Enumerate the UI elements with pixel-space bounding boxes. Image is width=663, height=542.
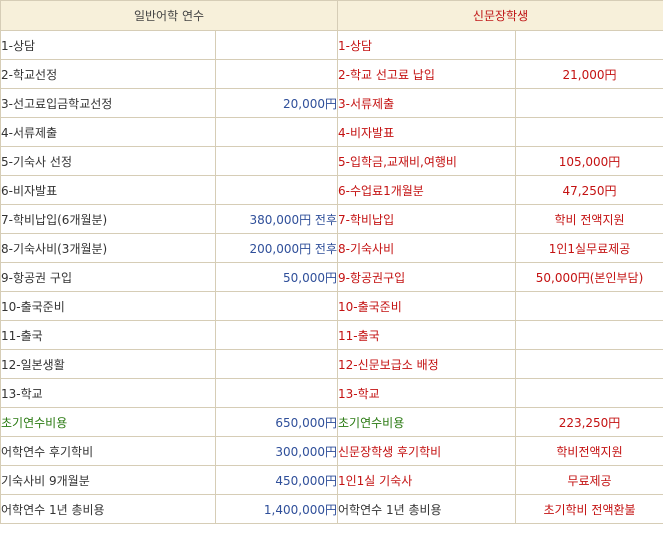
left-step-label: 9-항공권 구입 <box>0 262 216 292</box>
right-amount <box>514 291 663 321</box>
right-amount: 1인1실무료제공 <box>514 233 663 263</box>
left-amount <box>215 291 338 321</box>
table-row: 8-기숙사비(3개월분) 200,000円 전후 8-기숙사비 1인1실무료제공 <box>0 233 663 263</box>
table-row: 3-선고료입금학교선정 20,000円 3-서류제출 <box>0 88 663 118</box>
left-amount <box>215 59 338 89</box>
left-amount: 200,000円 전후 <box>215 233 338 263</box>
table-row: 4-서류제출 4-비자발표 <box>0 117 663 147</box>
right-total-amount: 초기학비 전액환불 <box>514 494 663 524</box>
table-row: 13-학교 13-학교 <box>0 378 663 408</box>
left-amount <box>215 117 338 147</box>
left-amount: 20,000円 <box>215 88 338 118</box>
right-initial-cost-label: 초기연수비용 <box>337 407 516 437</box>
cost-comparison-table: 일반어학 연수 신문장학생 1-상담 1-상담 2-학교선정 2-학교 선고료 … <box>0 0 663 524</box>
left-step-label: 1-상담 <box>0 30 216 60</box>
table-row: 12-일본생활 12-신문보급소 배정 <box>0 349 663 379</box>
right-amount: 21,000円 <box>514 59 663 89</box>
table-row: 10-출국준비 10-출국준비 <box>0 291 663 321</box>
left-amount: 450,000円 <box>215 465 338 495</box>
left-step-label: 7-학비납입(6개월분) <box>0 204 216 234</box>
left-step-label: 4-서류제출 <box>0 117 216 147</box>
right-step-label: 1-상담 <box>337 30 516 60</box>
right-amount <box>514 349 663 379</box>
table-row: 5-기숙사 선정 5-입학금,교재비,여행비 105,000円 <box>0 146 663 176</box>
right-amount <box>514 88 663 118</box>
left-amount <box>215 30 338 60</box>
initial-cost-row: 초기연수비용 650,000円 초기연수비용 223,250円 <box>0 407 663 437</box>
table-row: 6-비자발표 6-수업료1개월분 47,250円 <box>0 175 663 205</box>
left-initial-cost-amount: 650,000円 <box>215 407 338 437</box>
left-amount: 380,000円 전후 <box>215 204 338 234</box>
right-step-label: 7-학비납입 <box>337 204 516 234</box>
left-amount: 300,000円 <box>215 436 338 466</box>
left-total-amount: 1,400,000円 <box>215 494 338 524</box>
tuition-row: 어학연수 후기학비 300,000円 신문장학생 후기학비 학비전액지원 <box>0 436 663 466</box>
header-newspaper-scholar: 신문장학생 <box>336 0 663 31</box>
right-step-label: 13-학교 <box>337 378 516 408</box>
left-step-label: 10-출국준비 <box>0 291 216 321</box>
header-row: 일반어학 연수 신문장학생 <box>0 0 663 31</box>
dormitory-row: 기숙사비 9개월분 450,000円 1인1실 기숙사 무료제공 <box>0 465 663 495</box>
right-total-label: 어학연수 1년 총비용 <box>337 494 516 524</box>
left-initial-cost-label: 초기연수비용 <box>0 407 216 437</box>
left-step-label: 11-출국 <box>0 320 216 350</box>
table-row: 1-상담 1-상담 <box>0 30 663 60</box>
right-label: 1인1실 기숙사 <box>337 465 516 495</box>
left-label: 어학연수 후기학비 <box>0 436 216 466</box>
right-amount: 학비 전액지원 <box>514 204 663 234</box>
right-amount <box>514 378 663 408</box>
left-step-label: 3-선고료입금학교선정 <box>0 88 216 118</box>
right-step-label: 10-출국준비 <box>337 291 516 321</box>
header-language-course: 일반어학 연수 <box>0 0 338 31</box>
table-row: 9-항공권 구입 50,000円 9-항공권구입 50,000円(본인부담) <box>0 262 663 292</box>
left-amount <box>215 349 338 379</box>
right-step-label: 12-신문보급소 배정 <box>337 349 516 379</box>
left-step-label: 8-기숙사비(3개월분) <box>0 233 216 263</box>
total-row: 어학연수 1년 총비용 1,400,000円 어학연수 1년 총비용 초기학비 … <box>0 494 663 524</box>
left-step-label: 12-일본생활 <box>0 349 216 379</box>
right-amount: 학비전액지원 <box>514 436 663 466</box>
right-step-label: 6-수업료1개월분 <box>337 175 516 205</box>
right-amount <box>514 30 663 60</box>
left-step-label: 6-비자발표 <box>0 175 216 205</box>
right-amount: 105,000円 <box>514 146 663 176</box>
left-label: 기숙사비 9개월분 <box>0 465 216 495</box>
right-step-label: 4-비자발표 <box>337 117 516 147</box>
right-step-label: 3-서류제출 <box>337 88 516 118</box>
right-amount: 무료제공 <box>514 465 663 495</box>
left-step-label: 2-학교선정 <box>0 59 216 89</box>
table-row: 11-출국 11-출국 <box>0 320 663 350</box>
left-amount <box>215 320 338 350</box>
left-step-label: 5-기숙사 선정 <box>0 146 216 176</box>
left-amount: 50,000円 <box>215 262 338 292</box>
left-amount <box>215 146 338 176</box>
right-step-label: 2-학교 선고료 납입 <box>337 59 516 89</box>
left-total-label: 어학연수 1년 총비용 <box>0 494 216 524</box>
table-row: 7-학비납입(6개월분) 380,000円 전후 7-학비납입 학비 전액지원 <box>0 204 663 234</box>
table-row: 2-학교선정 2-학교 선고료 납입 21,000円 <box>0 59 663 89</box>
right-amount: 47,250円 <box>514 175 663 205</box>
right-step-label: 5-입학금,교재비,여행비 <box>337 146 516 176</box>
right-label: 신문장학생 후기학비 <box>337 436 516 466</box>
right-step-label: 8-기숙사비 <box>337 233 516 263</box>
right-step-label: 11-출국 <box>337 320 516 350</box>
left-amount <box>215 175 338 205</box>
right-amount <box>514 117 663 147</box>
left-amount <box>215 378 338 408</box>
right-amount: 50,000円(본인부담) <box>514 262 663 292</box>
right-initial-cost-amount: 223,250円 <box>514 407 663 437</box>
right-amount <box>514 320 663 350</box>
left-step-label: 13-학교 <box>0 378 216 408</box>
right-step-label: 9-항공권구입 <box>337 262 516 292</box>
